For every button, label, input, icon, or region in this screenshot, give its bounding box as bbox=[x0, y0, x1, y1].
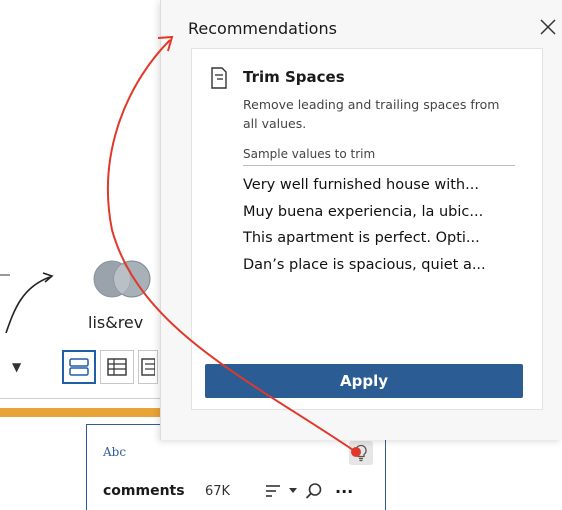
table-view-icon[interactable] bbox=[100, 350, 134, 384]
close-icon[interactable] bbox=[537, 16, 559, 38]
profile-view-icon[interactable] bbox=[62, 350, 96, 384]
list-view-icon[interactable] bbox=[138, 350, 158, 384]
recommendations-panel: Recommendations Trim Spaces Remove leadi… bbox=[160, 0, 562, 440]
sample-value: Muy buena experiencia, la ubic... bbox=[243, 203, 484, 220]
sample-divider bbox=[243, 165, 515, 166]
sample-values-label: Sample values to trim bbox=[243, 147, 376, 161]
recommendation-card: Trim Spaces Remove leading and trailing … bbox=[191, 48, 543, 410]
field-name: comments bbox=[103, 483, 185, 499]
join-step-label: lis&rev bbox=[88, 313, 144, 332]
flow-connector-line bbox=[0, 272, 54, 334]
trim-document-icon bbox=[211, 67, 227, 89]
distinct-count: 67K bbox=[205, 484, 231, 499]
sample-value: Dan’s place is spacious, quiet a... bbox=[243, 256, 486, 273]
recommendation-description: Remove leading and trailing spaces from … bbox=[243, 97, 500, 131]
view-toolbar bbox=[62, 350, 158, 384]
more-icon[interactable]: ··· bbox=[335, 481, 353, 501]
chevron-down-icon[interactable]: ▼ bbox=[12, 360, 21, 374]
sample-values-list: Very well furnished house with... Muy bu… bbox=[243, 172, 486, 278]
field-toolbar: ··· bbox=[265, 481, 353, 501]
sample-value: This apartment is perfect. Opti... bbox=[243, 230, 480, 246]
search-icon[interactable] bbox=[305, 481, 323, 501]
panel-title: Recommendations bbox=[188, 19, 337, 38]
lightbulb-icon[interactable] bbox=[349, 441, 373, 465]
venn-join-icon[interactable] bbox=[92, 258, 154, 300]
sort-icon[interactable] bbox=[265, 481, 281, 501]
apply-button[interactable]: Apply bbox=[205, 364, 523, 398]
sample-value: Very well furnished house with... bbox=[243, 177, 479, 193]
highlight-bar bbox=[0, 408, 160, 417]
data-type-label: Abc bbox=[103, 445, 127, 459]
chevron-down-icon[interactable] bbox=[289, 481, 297, 501]
recommendation-title: Trim Spaces bbox=[243, 68, 345, 86]
toolbar-divider bbox=[0, 398, 160, 399]
